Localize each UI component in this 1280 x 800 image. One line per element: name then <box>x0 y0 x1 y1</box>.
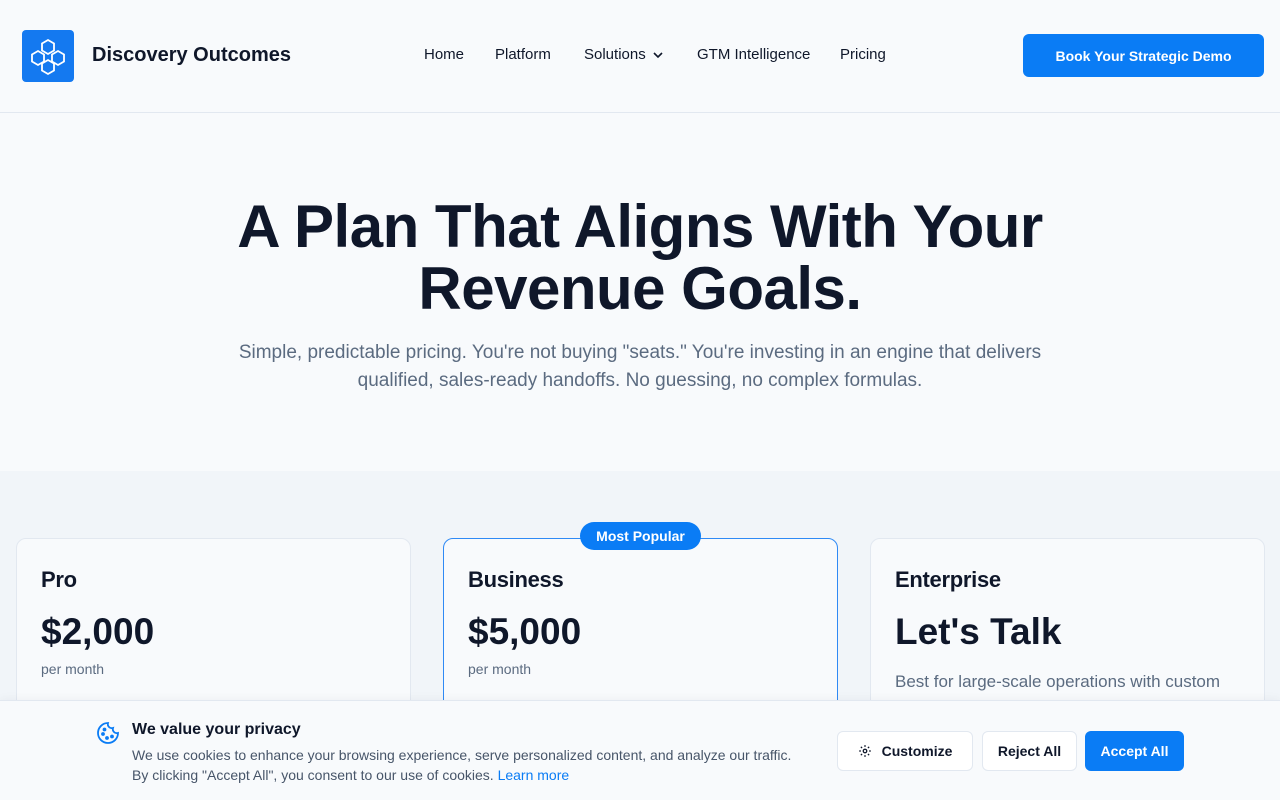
cookie-text-line2: By clicking "Accept All", you consent to… <box>132 767 494 783</box>
plan-name: Pro <box>41 567 77 592</box>
cookie-text-line2-wrap: By clicking "Accept All", you consent to… <box>132 765 832 785</box>
customize-button[interactable]: Customize <box>837 731 973 771</box>
cookie-text: We use cookies to enhance your browsing … <box>132 745 832 785</box>
plan-price: $2,000 <box>41 611 155 652</box>
page-subtitle-line1: Simple, predictable pricing. You're not … <box>238 342 1042 363</box>
page-title: A Plan That Aligns With Your Revenue Goa… <box>0 196 1280 320</box>
nav-solutions[interactable]: Solutions <box>584 46 664 63</box>
page-subtitle-line2: qualified, sales-ready handoffs. No gues… <box>357 370 923 391</box>
plan-description: Best for large-scale operations with cus… <box>895 672 1221 691</box>
hexagon-network-icon <box>31 38 65 76</box>
nav-gtm-intelligence[interactable]: GTM Intelligence <box>697 46 810 63</box>
most-popular-badge: Most Popular <box>580 522 701 550</box>
site-header: Discovery Outcomes Home Platform Solutio… <box>0 0 1280 113</box>
accept-all-button[interactable]: Accept All <box>1085 731 1184 771</box>
page-title-line1: A Plan That Aligns With Your <box>237 193 1043 260</box>
nav-pricing[interactable]: Pricing <box>840 46 886 63</box>
logo[interactable] <box>22 30 74 82</box>
nav-platform[interactable]: Platform <box>495 46 551 63</box>
nav-home[interactable]: Home <box>424 46 464 63</box>
gear-icon <box>858 745 871 757</box>
cookie-icon <box>97 722 119 744</box>
book-demo-button[interactable]: Book Your Strategic Demo <box>1023 34 1264 77</box>
learn-more-link[interactable]: Learn more <box>498 767 570 783</box>
chevron-down-icon <box>653 51 663 58</box>
reject-all-button[interactable]: Reject All <box>982 731 1077 771</box>
page-title-line2: Revenue Goals. <box>418 255 862 322</box>
cookie-text-line1: We use cookies to enhance your browsing … <box>132 747 792 763</box>
plan-name: Business <box>468 567 564 592</box>
customize-label: Customize <box>881 743 953 759</box>
cookie-title: We value your privacy <box>132 721 301 738</box>
plan-name: Enterprise <box>895 567 1001 592</box>
brand-name[interactable]: Discovery Outcomes <box>92 44 291 67</box>
plan-period: per month <box>41 661 105 677</box>
page-subtitle: Simple, predictable pricing. You're not … <box>200 339 1080 395</box>
nav-solutions-label: Solutions <box>584 46 646 63</box>
plan-price: Let's Talk <box>895 611 1062 652</box>
plan-price: $5,000 <box>468 611 582 652</box>
cookie-banner: We value your privacy We use cookies to … <box>0 700 1280 800</box>
plan-period: per month <box>468 661 532 677</box>
